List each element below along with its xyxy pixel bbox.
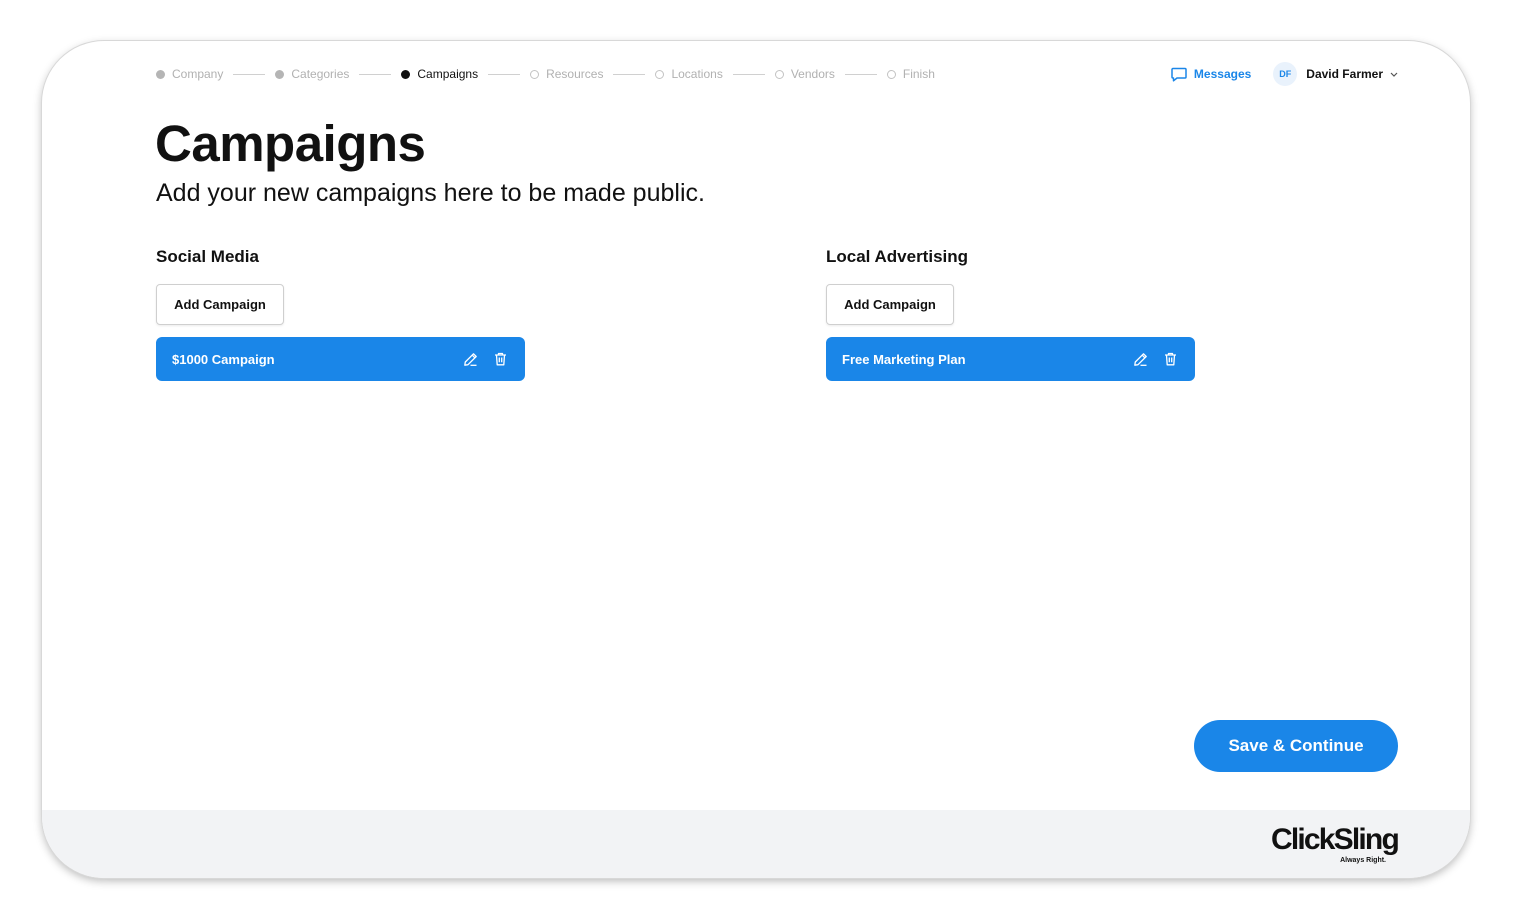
step-resources[interactable]: Resources: [530, 67, 603, 81]
social-media-section: Social Media Add Campaign $1000 Campaign: [156, 247, 526, 381]
logo-wordmark: ClickSling: [1270, 823, 1400, 856]
step-pending-circle-icon: [886, 69, 896, 79]
step-connector: [488, 73, 521, 75]
step-complete-dot-icon: [275, 69, 285, 79]
step-label: Finish: [902, 67, 935, 81]
step-locations[interactable]: Locations: [655, 67, 723, 81]
campaign-item[interactable]: $1000 Campaign: [156, 337, 525, 381]
app-window: Company Categories Campaigns Resources L…: [42, 41, 1470, 878]
local-advertising-section: Local Advertising Add Campaign Free Mark…: [826, 247, 1196, 381]
step-label: Categories: [291, 67, 350, 81]
pencil-icon[interactable]: [1129, 348, 1151, 370]
page-subtitle: Add your new campaigns here to be made p…: [156, 179, 705, 207]
user-menu[interactable]: DF David Farmer: [1273, 62, 1398, 86]
clicksling-logo: ClickSling Always Right.: [1270, 823, 1400, 864]
trash-icon[interactable]: [489, 348, 511, 370]
step-campaigns[interactable]: Campaigns: [401, 67, 478, 81]
chat-bubble-icon: [1171, 67, 1187, 82]
avatar: DF: [1273, 62, 1298, 86]
step-connector: [844, 73, 877, 75]
step-vendors[interactable]: Vendors: [774, 67, 835, 81]
progress-stepper: Company Categories Campaigns Resources L…: [156, 65, 935, 83]
page-title: Campaigns: [155, 115, 426, 172]
step-pending-circle-icon: [774, 69, 784, 79]
section-title: Local Advertising: [826, 247, 969, 266]
logo-tagline: Always Right.: [1340, 857, 1386, 864]
messages-link[interactable]: Messages: [1171, 67, 1251, 82]
step-pending-circle-icon: [655, 69, 665, 79]
pencil-icon[interactable]: [459, 348, 481, 370]
step-label: Vendors: [790, 67, 835, 81]
step-connector: [233, 73, 266, 75]
step-company[interactable]: Company: [156, 67, 223, 81]
step-current-dot-icon: [401, 69, 411, 79]
step-categories[interactable]: Categories: [275, 67, 349, 81]
chevron-down-icon: [1390, 72, 1398, 77]
add-campaign-button[interactable]: Add Campaign: [156, 284, 284, 325]
user-name: David Farmer: [1306, 67, 1383, 81]
step-label: Company: [172, 67, 224, 81]
footer: ClickSling Always Right.: [42, 810, 1470, 878]
step-complete-dot-icon: [156, 69, 165, 79]
step-pending-circle-icon: [530, 69, 540, 79]
step-label: Locations: [671, 67, 723, 81]
section-title: Social Media: [156, 247, 259, 266]
step-connector: [732, 73, 765, 75]
campaign-item[interactable]: Free Marketing Plan: [826, 337, 1195, 381]
step-connector: [613, 73, 646, 75]
step-finish[interactable]: Finish: [886, 67, 935, 81]
add-campaign-button[interactable]: Add Campaign: [826, 284, 954, 325]
step-connector: [359, 73, 392, 75]
save-continue-button[interactable]: Save & Continue: [1194, 720, 1398, 772]
step-label: Campaigns: [417, 67, 479, 81]
campaign-name: $1000 Campaign: [172, 351, 275, 367]
messages-label: Messages: [1193, 67, 1252, 81]
step-label: Resources: [546, 67, 604, 81]
trash-icon[interactable]: [1159, 348, 1181, 370]
campaign-name: Free Marketing Plan: [842, 351, 966, 367]
header-actions: Messages DF David Farmer: [1171, 62, 1398, 86]
